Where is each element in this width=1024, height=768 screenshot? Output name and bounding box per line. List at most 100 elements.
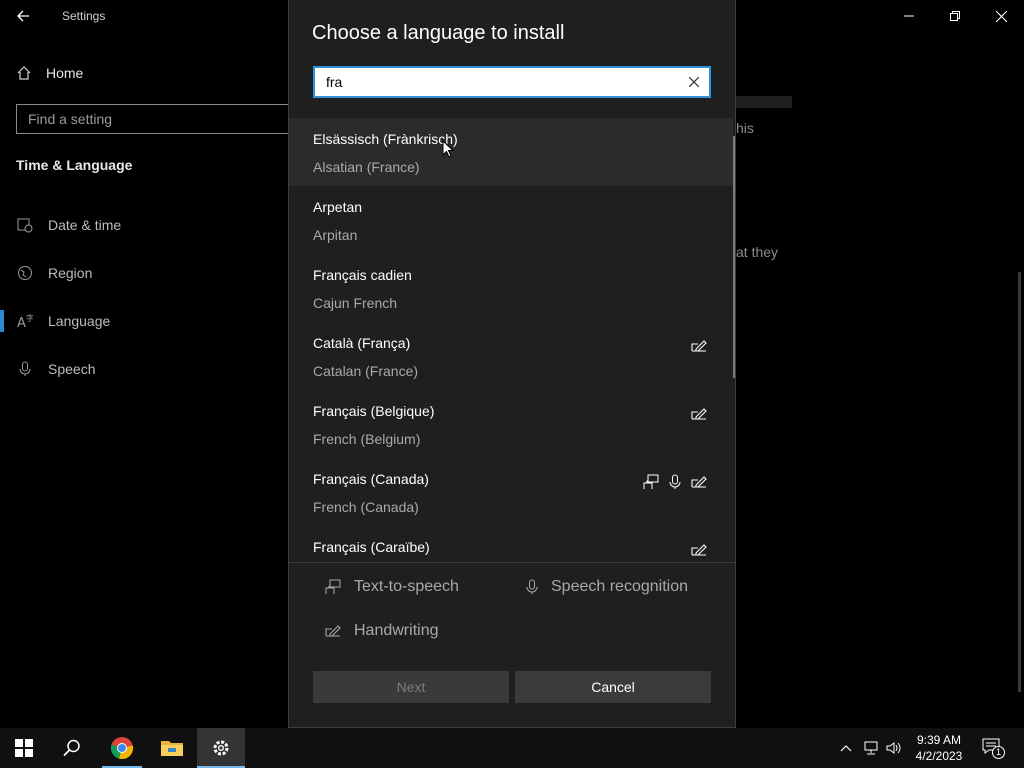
calendar-clock-icon bbox=[16, 216, 34, 234]
language-native-name: Elsässisch (Frànkrisch) bbox=[313, 131, 458, 147]
next-button[interactable]: Next bbox=[313, 671, 509, 703]
search-button[interactable] bbox=[48, 728, 96, 768]
nav-home-label: Home bbox=[46, 65, 84, 81]
language-native-name: Català (França) bbox=[313, 335, 411, 351]
handwriting-icon bbox=[690, 405, 708, 423]
language-native-name: Français (Belgique) bbox=[313, 403, 435, 419]
language-list: Elsässisch (Frànkrisch) Alsatian (France… bbox=[289, 118, 735, 562]
globe-icon bbox=[16, 264, 34, 282]
sidebar-item-region[interactable]: Region bbox=[16, 261, 92, 285]
sidebar-item-label: Region bbox=[48, 265, 93, 281]
language-item-french-canada[interactable]: Français (Canada) French (Canada) bbox=[289, 458, 733, 526]
language-install-dialog: Choose a language to install fra Elsässi… bbox=[288, 0, 736, 728]
legend-text-to-speech: Text-to-speech bbox=[324, 575, 459, 599]
notification-count-badge: 1 bbox=[992, 746, 1005, 759]
find-setting-placeholder: Find a setting bbox=[28, 111, 113, 127]
volume-icon bbox=[886, 742, 901, 754]
sidebar-item-label: Language bbox=[48, 313, 111, 329]
minimize-button[interactable] bbox=[886, 0, 932, 32]
content-divider bbox=[736, 96, 792, 108]
selected-indicator bbox=[0, 310, 4, 332]
sidebar-item-label: Date & time bbox=[48, 217, 122, 233]
taskbar-clock[interactable]: 9:39 AM 4/2/2023 bbox=[906, 732, 972, 764]
speech-recognition-icon bbox=[526, 579, 538, 594]
nav-home[interactable]: Home bbox=[16, 62, 83, 84]
text-to-speech-icon bbox=[325, 579, 341, 594]
language-item-catalan-france[interactable]: Català (França) Catalan (France) bbox=[289, 322, 733, 390]
speech-recognition-icon bbox=[666, 473, 684, 491]
search-icon bbox=[63, 739, 80, 757]
sidebar-item-date-time[interactable]: Date & time bbox=[16, 213, 121, 237]
svg-text:字: 字 bbox=[26, 313, 33, 323]
handwriting-icon bbox=[325, 625, 341, 637]
volume-button[interactable] bbox=[884, 738, 904, 758]
legend-handwriting: Handwriting bbox=[324, 619, 438, 643]
language-english-name: Cajun French bbox=[313, 295, 398, 311]
sidebar-item-language[interactable]: A字 Language bbox=[16, 309, 110, 333]
gear-icon bbox=[213, 740, 229, 756]
section-title: Time & Language bbox=[16, 157, 133, 173]
language-item-french-caribbean[interactable]: Français (Caraïbe) bbox=[289, 526, 733, 562]
language-item-arpitan[interactable]: Arpetan Arpitan bbox=[289, 186, 733, 254]
windows-logo-icon bbox=[15, 739, 33, 757]
taskbar-chrome[interactable] bbox=[98, 728, 146, 768]
language-list-scrollbar[interactable] bbox=[733, 136, 735, 378]
close-icon bbox=[689, 77, 699, 87]
language-english-name: French (Canada) bbox=[313, 499, 419, 515]
language-native-name: Arpetan bbox=[313, 199, 363, 215]
language-search-input[interactable]: fra bbox=[313, 66, 711, 98]
language-english-name: French (Belgium) bbox=[313, 431, 421, 447]
back-arrow-icon bbox=[17, 10, 29, 22]
handwriting-icon bbox=[690, 473, 708, 491]
svg-text:A: A bbox=[17, 316, 26, 329]
app-title: Settings bbox=[62, 9, 106, 23]
language-native-name: Français cadien bbox=[313, 267, 412, 283]
restore-button[interactable] bbox=[932, 0, 978, 32]
sidebar-item-label: Speech bbox=[48, 361, 96, 377]
back-button[interactable] bbox=[8, 4, 38, 28]
legend-label: Handwriting bbox=[354, 622, 439, 639]
language-native-name: Français (Canada) bbox=[313, 471, 429, 487]
clear-search-button[interactable] bbox=[686, 74, 702, 90]
language-icon: A字 bbox=[16, 312, 34, 330]
language-item-cajun-french[interactable]: Français cadien Cajun French bbox=[289, 254, 733, 322]
language-english-name: Arpitan bbox=[313, 227, 358, 243]
dialog-title: Choose a language to install bbox=[312, 22, 565, 44]
legend-label: Text-to-speech bbox=[354, 578, 459, 595]
folder-icon bbox=[161, 741, 183, 756]
close-icon bbox=[995, 10, 1007, 22]
microphone-icon bbox=[16, 360, 34, 378]
handwriting-icon bbox=[690, 337, 708, 355]
action-center-button[interactable]: 1 bbox=[982, 738, 1005, 759]
language-english-name: Alsatian (France) bbox=[313, 159, 420, 175]
network-icon bbox=[864, 741, 878, 755]
home-icon bbox=[17, 66, 31, 80]
feature-legend: Text-to-speech Speech recognition Handwr… bbox=[289, 562, 735, 654]
legend-label: Speech recognition bbox=[551, 578, 688, 595]
restore-icon bbox=[950, 11, 960, 21]
content-text: at they bbox=[736, 244, 779, 260]
content-text: his bbox=[736, 120, 754, 136]
close-button[interactable] bbox=[978, 0, 1024, 32]
language-item-french-belgium[interactable]: Français (Belgique) French (Belgium) bbox=[289, 390, 733, 458]
network-button[interactable] bbox=[861, 738, 881, 758]
cancel-button[interactable]: Cancel bbox=[515, 671, 711, 703]
show-hidden-icons-button[interactable] bbox=[836, 738, 856, 758]
chevron-up-icon bbox=[840, 745, 852, 752]
legend-speech-recognition: Speech recognition bbox=[525, 575, 688, 599]
taskbar-file-explorer[interactable] bbox=[148, 728, 196, 768]
taskbar-settings[interactable] bbox=[197, 728, 245, 768]
sidebar-item-speech[interactable]: Speech bbox=[16, 357, 95, 381]
mouse-cursor-icon bbox=[442, 140, 454, 158]
content-scrollbar[interactable] bbox=[1018, 272, 1021, 692]
minimize-icon bbox=[904, 15, 914, 17]
start-button[interactable] bbox=[0, 728, 48, 768]
language-english-name: Catalan (France) bbox=[313, 363, 419, 379]
language-item-alsatian[interactable]: Elsässisch (Frànkrisch) Alsatian (France… bbox=[289, 118, 733, 186]
clock-time: 9:39 AM bbox=[916, 733, 962, 747]
language-native-name: Français (Caraïbe) bbox=[313, 539, 430, 555]
chrome-icon bbox=[110, 737, 134, 760]
text-to-speech-icon bbox=[642, 473, 660, 491]
clock-date: 4/2/2023 bbox=[915, 749, 963, 763]
find-setting-input[interactable]: Find a setting bbox=[16, 104, 298, 134]
